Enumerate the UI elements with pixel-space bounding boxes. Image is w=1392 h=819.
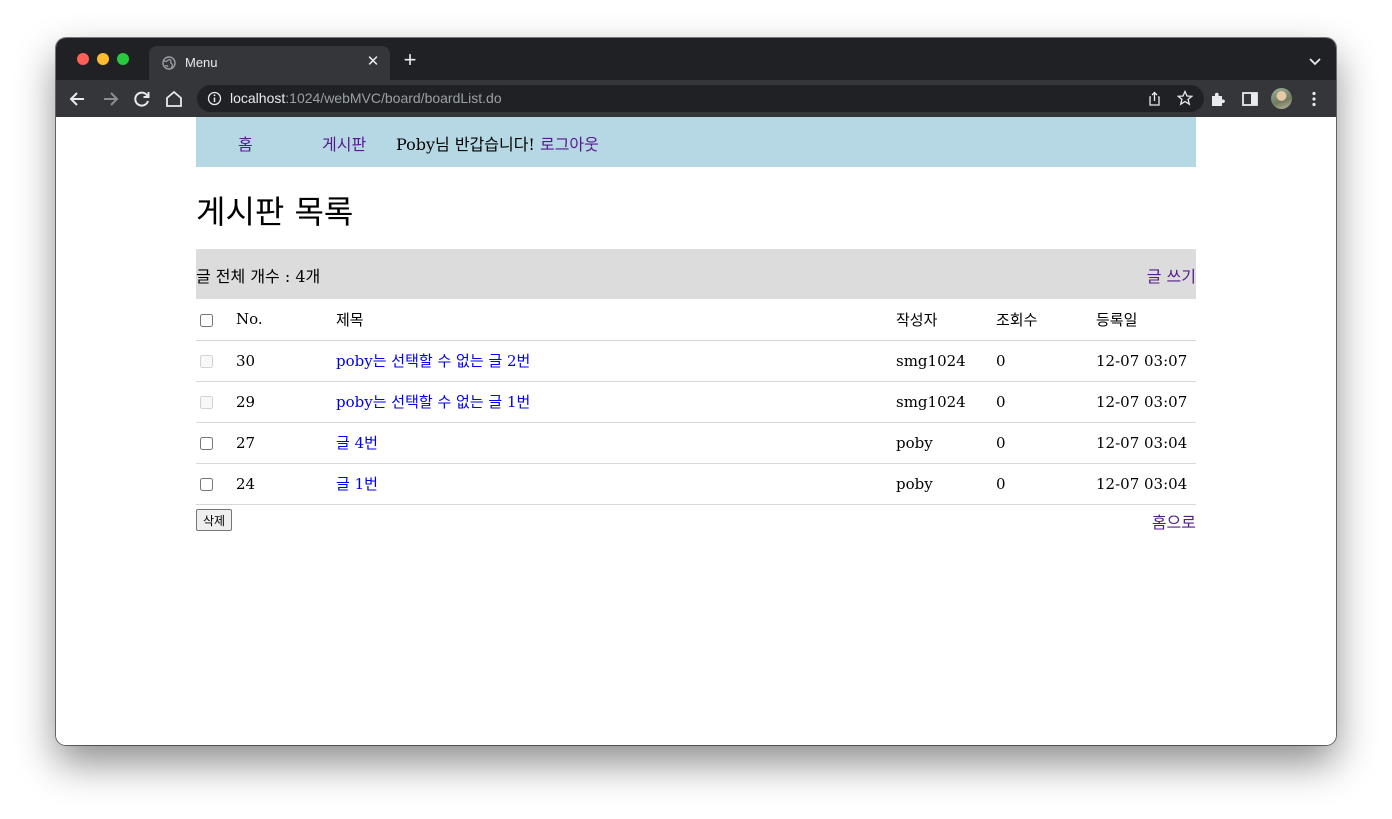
new-tab-button[interactable]: + [400, 49, 420, 71]
row-date: 12-07 03:04 [1096, 463, 1196, 505]
side-panel-icon[interactable] [1240, 89, 1260, 109]
greeting-text: Poby님 반갑습니다! [396, 135, 535, 154]
row-writer: smg1024 [896, 340, 996, 382]
write-post-link[interactable]: 글 쓰기 [1147, 263, 1196, 287]
select-all-checkbox[interactable] [200, 313, 213, 327]
row-no: 30 [236, 340, 336, 382]
minimize-window-button[interactable] [97, 53, 109, 65]
forward-icon[interactable] [100, 89, 120, 109]
tab-strip: Menu ✕ + [56, 38, 1336, 80]
more-vert-icon[interactable] [1304, 89, 1324, 109]
row-date: 12-07 03:07 [1096, 340, 1196, 382]
row-checkbox-cell [196, 422, 236, 464]
header-writer: 작성자 [896, 299, 996, 341]
row-views: 0 [996, 422, 1096, 464]
row-writer: poby [896, 463, 996, 505]
row-checkbox[interactable] [200, 478, 213, 491]
header-date: 등록일 [1096, 299, 1196, 341]
user-greeting: Poby님 반갑습니다! 로그아웃 [396, 131, 599, 155]
header-views: 조회수 [996, 299, 1096, 341]
row-writer: poby [896, 422, 996, 464]
table-row: 27 글 4번 poby 0 12-07 03:04 [196, 422, 1196, 464]
board-table: No. 제목 작성자 조회수 등록일 30 poby는 선택할 수 없는 글 2… [196, 299, 1196, 505]
nav-board-link[interactable]: 게시판 [322, 131, 366, 155]
header-checkbox-cell [196, 299, 236, 341]
share-icon[interactable] [1147, 91, 1162, 106]
profile-avatar[interactable] [1271, 88, 1292, 109]
browser-toolbar: localhost:1024/webMVC/board/boardList.do [56, 80, 1336, 117]
post-title-link[interactable]: poby는 선택할 수 없는 글 1번 [336, 393, 530, 411]
row-title-cell: poby는 선택할 수 없는 글 2번 [336, 340, 896, 382]
total-count: 글 전체 개수 : 4개 [196, 267, 321, 286]
browser-tab[interactable]: Menu ✕ [149, 46, 390, 80]
top-nav: 홈 게시판 Poby님 반갑습니다! 로그아웃 [196, 117, 1196, 167]
row-no: 27 [236, 422, 336, 464]
nav-home-link[interactable]: 홈 [238, 131, 253, 155]
header-no: No. [236, 299, 336, 341]
table-row: 24 글 1번 poby 0 12-07 03:04 [196, 463, 1196, 505]
row-no: 24 [236, 463, 336, 505]
zoom-window-button[interactable] [117, 53, 129, 65]
header-title: 제목 [336, 299, 896, 341]
row-no: 29 [236, 381, 336, 423]
reload-icon[interactable] [132, 89, 152, 109]
home-icon[interactable] [164, 89, 184, 109]
row-checkbox [200, 355, 213, 368]
row-checkbox-cell [196, 340, 236, 382]
address-bar[interactable]: localhost:1024/webMVC/board/boardList.do [197, 85, 1204, 112]
row-date: 12-07 03:04 [1096, 422, 1196, 464]
row-checkbox [200, 396, 213, 409]
tab-close-icon[interactable]: ✕ [365, 54, 381, 70]
table-row: 29 poby는 선택할 수 없는 글 1번 smg1024 0 12-07 0… [196, 381, 1196, 423]
go-home-link[interactable]: 홈으로 [1152, 509, 1196, 533]
logout-link[interactable]: 로그아웃 [540, 135, 599, 154]
url-host: localhost [230, 90, 286, 106]
row-views: 0 [996, 463, 1096, 505]
table-header-row: No. 제목 작성자 조회수 등록일 [196, 299, 1196, 341]
post-title-link[interactable]: 글 4번 [336, 434, 378, 452]
globe-icon [162, 56, 176, 70]
row-checkbox[interactable] [200, 437, 213, 450]
row-title-cell: 글 4번 [336, 422, 896, 464]
delete-button[interactable]: 삭제 [196, 509, 233, 531]
row-checkbox-cell [196, 381, 236, 423]
chevron-down-icon[interactable] [1308, 54, 1322, 68]
row-views: 0 [996, 340, 1096, 382]
tab-title: Menu [185, 55, 218, 70]
row-writer: smg1024 [896, 381, 996, 423]
table-row: 30 poby는 선택할 수 없는 글 2번 smg1024 0 12-07 0… [196, 340, 1196, 382]
page-content: 홈 게시판 Poby님 반갑습니다! 로그아웃 게시판 목록 글 전체 개수 :… [56, 117, 1336, 745]
post-title-link[interactable]: poby는 선택할 수 없는 글 2번 [336, 352, 530, 370]
count-bar: 글 전체 개수 : 4개 글 쓰기 [196, 249, 1196, 299]
back-icon[interactable] [68, 89, 88, 109]
browser-window: Menu ✕ + localhost:1024/webMVC/board/boa… [56, 38, 1336, 745]
info-icon[interactable] [207, 91, 222, 106]
row-date: 12-07 03:07 [1096, 381, 1196, 423]
url-path: :1024/webMVC/board/boardList.do [285, 90, 502, 106]
bookmark-star-icon[interactable] [1177, 90, 1193, 106]
row-views: 0 [996, 381, 1096, 423]
url-text: localhost:1024/webMVC/board/boardList.do [230, 90, 502, 106]
post-title-link[interactable]: 글 1번 [336, 475, 378, 493]
row-checkbox-cell [196, 463, 236, 505]
extensions-puzzle-icon[interactable] [1208, 89, 1228, 109]
page-title: 게시판 목록 [196, 193, 354, 231]
close-window-button[interactable] [77, 53, 89, 65]
row-title-cell: 글 1번 [336, 463, 896, 505]
row-title-cell: poby는 선택할 수 없는 글 1번 [336, 381, 896, 423]
